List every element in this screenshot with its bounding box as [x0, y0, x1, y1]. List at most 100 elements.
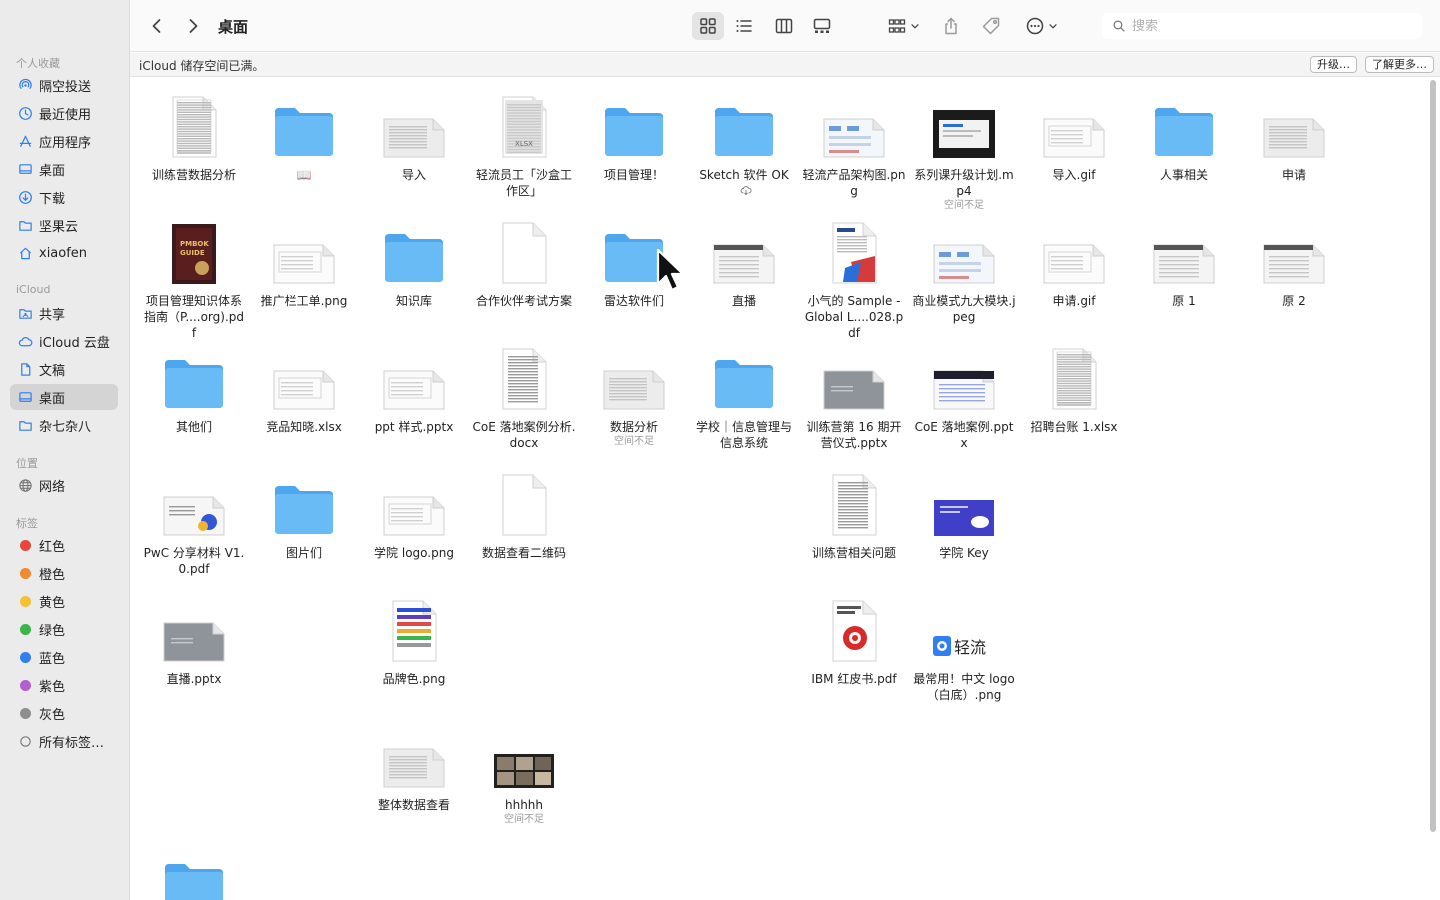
share-button[interactable] [936, 12, 966, 40]
file-item[interactable]: 训练营数据分析 [139, 90, 249, 183]
sidebar-item-favorite[interactable]: 桌面 [10, 156, 118, 182]
file-item[interactable]: 训练营第 16 期开营仪式.pptx [799, 342, 909, 451]
folder-item[interactable]: 其他们 [139, 342, 249, 435]
tag-color-dot [20, 707, 31, 719]
item-name: 系列课升级计划.mp4 [909, 167, 1019, 199]
sidebar-section-favorites: 个人收藏 [16, 57, 60, 70]
gallery-view-button[interactable] [806, 12, 838, 40]
file-item[interactable]: 申请.gif [1019, 216, 1129, 309]
sidebar-item-favorite[interactable]: 应用程序 [10, 128, 118, 154]
list-view-button[interactable] [728, 12, 760, 40]
sidebar-item-favorite[interactable]: 坚果云 [10, 212, 118, 238]
file-item[interactable]: CoE 落地案例分析.docx [469, 342, 579, 451]
file-item[interactable]: 轻流 最常用！中文 logo（白底）.png [909, 594, 1019, 703]
file-item[interactable]: 招聘台账 1.xlsx [1019, 342, 1129, 435]
file-item[interactable]: ppt 样式.pptx [359, 342, 469, 435]
sidebar-item-tag[interactable]: 蓝色 [10, 644, 118, 670]
sidebar-item-favorite[interactable]: xiaofen [10, 240, 118, 266]
sidebar-item-icloud[interactable]: 杂七杂八 [10, 412, 118, 438]
tag-button[interactable] [976, 12, 1006, 40]
sidebar-item-network[interactable]: 网络 [10, 472, 118, 498]
icon-view-button[interactable] [692, 12, 724, 40]
cloud-download-icon[interactable] [736, 184, 753, 198]
sidebar-item-tag[interactable]: 黄色 [10, 588, 118, 614]
ellipsis-circle-icon [1026, 17, 1044, 35]
file-item[interactable]: 整体数据查看 [359, 720, 469, 813]
file-item[interactable]: PwC 分享材料 V1.0.pdf [139, 468, 249, 577]
file-item[interactable]: 导入 [359, 90, 469, 183]
list-icon [736, 20, 752, 32]
sidebar-item-favorite[interactable]: 下载 [10, 184, 118, 210]
action-menu-button[interactable] [1020, 12, 1064, 40]
file-item[interactable]: 小气的 Sample - Global L....028.pdf [799, 216, 909, 341]
file-item[interactable]: 直播.pptx [139, 594, 249, 687]
sidebar-item-tag[interactable]: 绿色 [10, 616, 118, 642]
vertical-scrollbar[interactable] [1430, 80, 1436, 832]
folder-item[interactable]: 项目管理！ [579, 90, 689, 183]
back-button[interactable] [144, 12, 170, 40]
sidebar-item-tag[interactable]: 灰色 [10, 700, 118, 726]
item-thumbnail [139, 90, 249, 158]
forward-button[interactable] [180, 12, 206, 40]
file-item[interactable]: 申请 [1239, 90, 1349, 183]
folder-item[interactable]: 学校｜信息管理与信息系统 [689, 342, 799, 451]
file-item[interactable]: 合作伙伴考试方案 [469, 216, 579, 309]
item-name-text: CoE 落地案例.pptx [914, 420, 1014, 450]
file-item[interactable]: 训练营相关问题 [799, 468, 909, 561]
search-field[interactable] [1102, 13, 1422, 39]
file-item[interactable]: 数据查看二维码 [469, 468, 579, 561]
sidebar-item-tag[interactable]: 紫色 [10, 672, 118, 698]
item-thumbnail [689, 342, 799, 410]
column-view-button[interactable] [768, 12, 800, 40]
item-thumbnail [469, 342, 579, 410]
file-item[interactable]: 数据分析 空间不足 [579, 342, 689, 448]
file-item[interactable]: 学院 Key [909, 468, 1019, 561]
sidebar-item-icloud[interactable]: iCloud 云盘 [10, 328, 118, 354]
file-item[interactable]: 原 1 [1129, 216, 1239, 309]
learn-more-button[interactable]: 了解更多… [1365, 56, 1434, 73]
file-item[interactable]: 商业模式九大模块.jpeg [909, 216, 1019, 325]
item-name: 图片们 [249, 545, 359, 561]
folder-item[interactable] [139, 846, 249, 900]
file-item[interactable]: 导入.gif [1019, 90, 1129, 183]
file-item[interactable]: 原 2 [1239, 216, 1349, 309]
file-item[interactable]: 直播 [689, 216, 799, 309]
item-name-text: hhhhh [504, 798, 544, 812]
sidebar-item-favorite[interactable]: 最近使用 [10, 100, 118, 126]
item-name-text: 轻流产品架构图.png [802, 168, 906, 198]
item-status-note: 空间不足 [504, 814, 544, 825]
file-item[interactable]: 轻流产品架构图.png [799, 90, 909, 199]
file-item[interactable]: CoE 落地案例.pptx [909, 342, 1019, 451]
file-item[interactable]: PMBOK GUIDE 项目管理知识体系指南（P....org).pdf [139, 216, 249, 341]
search-input[interactable] [1132, 18, 1392, 34]
svg-text:GUIDE: GUIDE [180, 249, 205, 257]
file-item[interactable]: hhhhh 空间不足 [469, 720, 579, 826]
file-item[interactable]: 推广栏工单.png [249, 216, 359, 309]
slide-thumbnail-icon [1153, 244, 1215, 284]
item-thumbnail [359, 594, 469, 662]
file-item[interactable]: XLSX 轻流员工「沙盒工作区」 [469, 90, 579, 199]
sidebar-item-tag[interactable]: 橙色 [10, 560, 118, 586]
sidebar-item-all-tags[interactable]: 所有标签… [10, 728, 118, 754]
file-item[interactable]: 品牌色.png [359, 594, 469, 687]
file-item[interactable]: 学院 logo.png [359, 468, 469, 561]
folder-item[interactable]: 知识库 [359, 216, 469, 309]
slide-thumbnail-icon [163, 496, 225, 536]
file-item[interactable]: 系列课升级计划.mp4 空间不足 [909, 90, 1019, 212]
folder-item[interactable]: Sketch 软件 OK [689, 90, 799, 199]
sidebar-item-icloud[interactable]: 文稿 [10, 356, 118, 382]
sidebar-item-favorite[interactable]: 隔空投送 [10, 72, 118, 98]
sidebar-item-icloud[interactable]: 共享 [10, 300, 118, 326]
folder-item[interactable]: 人事相关 [1129, 90, 1239, 183]
folder-item[interactable]: 图片们 [249, 468, 359, 561]
chevron-down-icon [911, 24, 919, 29]
group-by-button[interactable] [882, 12, 926, 40]
item-name: PwC 分享材料 V1.0.pdf [139, 545, 249, 577]
upgrade-button[interactable]: 升级… [1310, 56, 1357, 73]
file-item[interactable]: 竞品知晓.xlsx [249, 342, 359, 435]
sidebar-item-icloud[interactable]: 桌面 [10, 384, 118, 410]
sidebar-item-tag[interactable]: 红色 [10, 532, 118, 558]
file-item[interactable]: IBM 红皮书.pdf [799, 594, 909, 687]
folder-item[interactable]: 📖 [249, 90, 359, 183]
sidebar-item-label: iCloud 云盘 [39, 335, 110, 351]
